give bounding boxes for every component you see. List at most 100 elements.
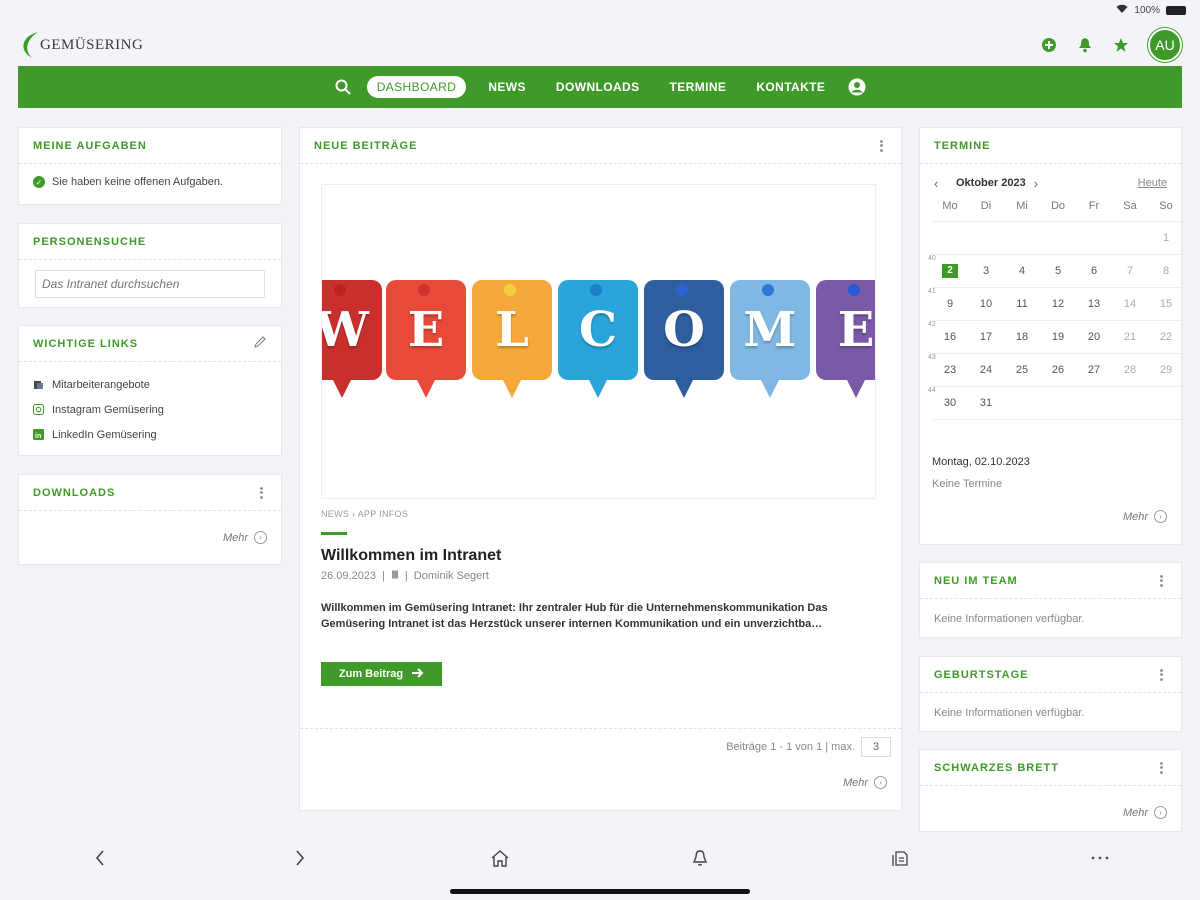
calendar-day[interactable]: 25 bbox=[1004, 364, 1040, 376]
calendar-week-row: 42 16 17 18 19 20 21 22 bbox=[928, 321, 1184, 354]
welcome-letter-e2: E bbox=[816, 280, 875, 398]
week-number: 42 bbox=[928, 321, 936, 328]
link-label: Instagram Gemüsering bbox=[52, 403, 164, 416]
avatar[interactable]: AU bbox=[1148, 28, 1182, 62]
nav-news[interactable]: NEWS bbox=[480, 76, 534, 98]
calendar-day[interactable]: 7 bbox=[1112, 265, 1148, 277]
logo[interactable]: GEMÜSERING bbox=[18, 28, 148, 62]
logo-text: GEMÜSERING bbox=[40, 37, 144, 53]
calendar-day[interactable]: 20 bbox=[1076, 331, 1112, 343]
today-link[interactable]: Heute bbox=[1138, 177, 1167, 189]
intranet-search-input[interactable] bbox=[35, 270, 265, 298]
accent-line bbox=[321, 532, 347, 535]
posts-menu-icon[interactable] bbox=[875, 138, 887, 154]
important-links-card: WICHTIGE LINKS Mitarbeiterangebote Insta… bbox=[18, 325, 282, 456]
birthdays-message: Keine Informationen verfügbar. bbox=[934, 707, 1085, 719]
search-icon[interactable] bbox=[333, 77, 353, 97]
calendar-day[interactable]: 2 bbox=[932, 264, 968, 278]
calendar-day[interactable]: 14 bbox=[1112, 298, 1148, 310]
calendar-day[interactable]: 30 bbox=[932, 397, 968, 409]
welcome-letter-w: W bbox=[322, 280, 382, 398]
user-profile-icon[interactable] bbox=[847, 77, 867, 97]
selected-day-marker: 2 bbox=[942, 264, 958, 278]
board-menu-icon[interactable] bbox=[1155, 760, 1167, 776]
link-linkedin[interactable]: in LinkedIn Gemüsering bbox=[33, 422, 267, 447]
nav-dashboard[interactable]: DASHBOARD bbox=[366, 76, 467, 98]
calendar-day[interactable]: 26 bbox=[1040, 364, 1076, 376]
star-icon[interactable] bbox=[1112, 36, 1130, 54]
calendar-day[interactable]: 5 bbox=[1040, 265, 1076, 277]
calendar-day[interactable]: 9 bbox=[932, 298, 968, 310]
edit-pencil-icon[interactable] bbox=[254, 335, 267, 353]
bell-icon[interactable] bbox=[1076, 36, 1094, 54]
calendar-day[interactable]: 6 bbox=[1076, 265, 1112, 277]
week-number: 41 bbox=[928, 288, 936, 295]
prev-month-icon[interactable]: ‹ bbox=[934, 176, 948, 191]
calendar-day[interactable]: 11 bbox=[1004, 298, 1040, 310]
nav-termine[interactable]: TERMINE bbox=[662, 76, 735, 98]
board-more-link[interactable]: Mehr › bbox=[1123, 806, 1167, 819]
calendar-day[interactable]: 16 bbox=[932, 331, 968, 343]
calendar-day[interactable]: 10 bbox=[968, 298, 1004, 310]
calendar-day[interactable]: 12 bbox=[1040, 298, 1076, 310]
back-icon[interactable] bbox=[88, 846, 112, 870]
calendar-week-row: 1 bbox=[932, 222, 1184, 255]
post-title[interactable]: Willkommen im Intranet bbox=[321, 547, 501, 565]
welcome-letter-m: M bbox=[730, 280, 810, 398]
calendar-day[interactable]: 18 bbox=[1004, 331, 1040, 343]
birthdays-menu-icon[interactable] bbox=[1155, 667, 1167, 683]
arrow-right-circle-icon: › bbox=[1154, 510, 1167, 523]
downloads-menu-icon[interactable] bbox=[255, 485, 267, 501]
post-category[interactable]: NEWS › APP INFOS bbox=[321, 509, 408, 519]
calendar-day[interactable]: 31 bbox=[968, 397, 1004, 409]
notifications-icon[interactable] bbox=[688, 846, 712, 870]
more-options-icon[interactable] bbox=[1088, 846, 1112, 870]
calendar-week-row: 40 2 3 4 5 6 7 8 bbox=[928, 255, 1184, 288]
calendar-day[interactable]: 29 bbox=[1148, 364, 1184, 376]
week-number: 43 bbox=[928, 354, 936, 361]
calendar-day[interactable]: 21 bbox=[1112, 331, 1148, 343]
calendar-day[interactable]: 28 bbox=[1112, 364, 1148, 376]
calendar-day[interactable]: 1 bbox=[1148, 232, 1184, 244]
link-instagram[interactable]: Instagram Gemüsering bbox=[33, 397, 267, 422]
calendar-day[interactable]: 3 bbox=[968, 265, 1004, 277]
home-icon[interactable] bbox=[488, 846, 512, 870]
calendar-week-row: 44 30 31 bbox=[928, 387, 1184, 420]
link-mitarbeiterangebote[interactable]: Mitarbeiterangebote bbox=[33, 372, 267, 397]
new-posts-title: NEUE BEITRÄGE bbox=[314, 139, 418, 152]
post-welcome-image[interactable]: W E L C O M E bbox=[321, 184, 876, 499]
separator: | bbox=[382, 570, 385, 582]
important-links-title: WICHTIGE LINKS bbox=[33, 337, 139, 350]
add-icon[interactable] bbox=[1040, 36, 1058, 54]
divider bbox=[300, 728, 901, 729]
calendar-day[interactable]: 19 bbox=[1040, 331, 1076, 343]
posts-more-link[interactable]: Mehr › bbox=[843, 776, 887, 789]
read-post-button[interactable]: Zum Beitrag bbox=[321, 662, 442, 686]
downloads-more-link[interactable]: Mehr › bbox=[223, 531, 267, 544]
pages-icon[interactable] bbox=[888, 846, 912, 870]
calendar-grid: Mo Di Mi Do Fr Sa So 1 40 2 3 4 5 6 7 8 41 9 10 11 12… bbox=[928, 200, 1184, 420]
welcome-letter-c: C bbox=[558, 280, 638, 398]
link-label: Mitarbeiterangebote bbox=[52, 378, 150, 391]
nav-downloads[interactable]: DOWNLOADS bbox=[548, 76, 648, 98]
new-team-card: NEU IM TEAM Keine Informationen verfügba… bbox=[919, 562, 1182, 638]
max-posts-input[interactable]: 3 bbox=[861, 737, 891, 757]
new-team-menu-icon[interactable] bbox=[1155, 573, 1167, 589]
next-month-icon[interactable]: › bbox=[1034, 176, 1048, 191]
nav-kontakte[interactable]: KONTAKTE bbox=[748, 76, 833, 98]
calendar-more-link[interactable]: Mehr › bbox=[1123, 510, 1167, 523]
calendar-day[interactable]: 22 bbox=[1148, 331, 1184, 343]
calendar-day[interactable]: 8 bbox=[1148, 265, 1184, 277]
post-date: 26.09.2023 bbox=[321, 570, 377, 582]
calendar-day[interactable]: 24 bbox=[968, 364, 1004, 376]
calendar-day[interactable]: 4 bbox=[1004, 265, 1040, 277]
calendar-day[interactable]: 15 bbox=[1148, 298, 1184, 310]
calendar-day[interactable]: 23 bbox=[932, 364, 968, 376]
forward-icon[interactable] bbox=[288, 846, 312, 870]
weekday-label: Mi bbox=[1016, 199, 1028, 212]
calendar-day[interactable]: 27 bbox=[1076, 364, 1112, 376]
more-label: Mehr bbox=[842, 776, 868, 789]
gift-icon bbox=[33, 379, 44, 390]
calendar-day[interactable]: 13 bbox=[1076, 298, 1112, 310]
calendar-day[interactable]: 17 bbox=[968, 331, 1004, 343]
